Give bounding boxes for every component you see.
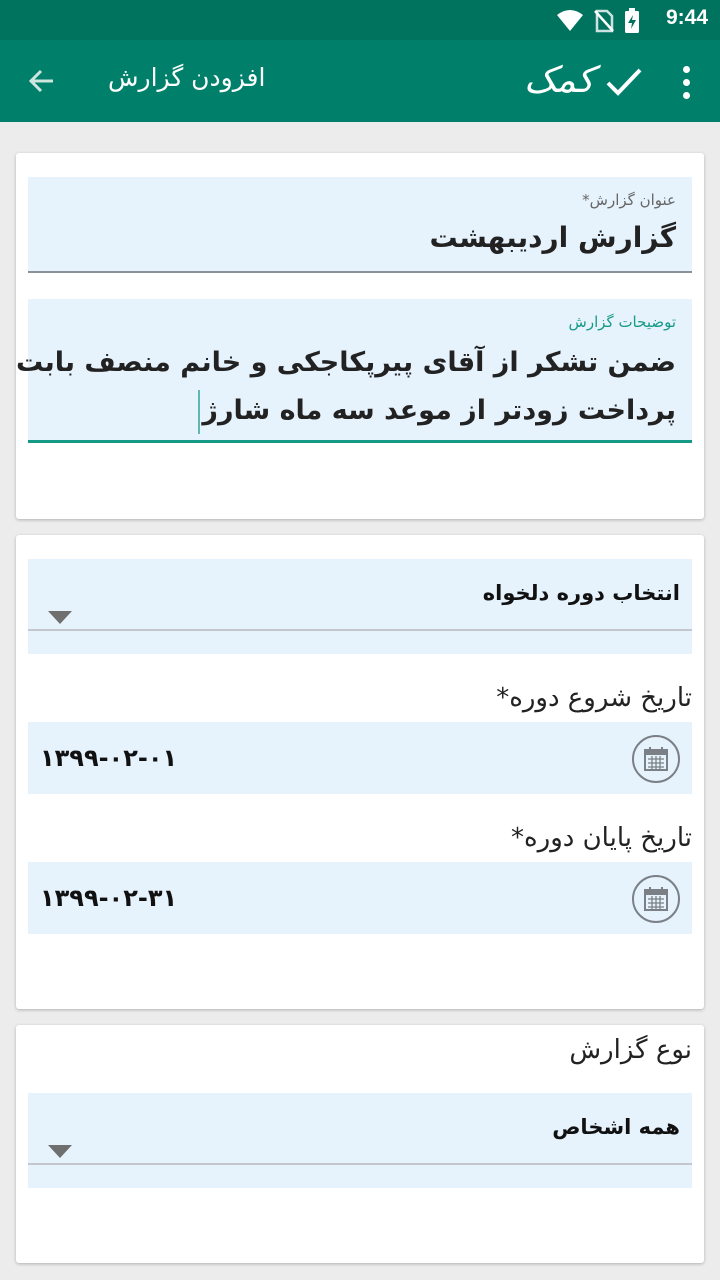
page-title: افزودن گزارش — [108, 63, 266, 92]
calendar-icon — [644, 747, 668, 771]
description-line-2: پرداخت زودتر از موعد سه ماه شارژ — [36, 387, 676, 435]
dropdown-underline — [28, 1163, 692, 1165]
back-button[interactable] — [20, 60, 62, 102]
status-time: 9:44 — [665, 6, 708, 29]
report-type-select-value: همه اشخاص — [552, 1115, 680, 1139]
dropdown-underline — [28, 629, 692, 631]
save-button[interactable] — [600, 58, 648, 106]
end-date-picker-button[interactable] — [632, 875, 680, 923]
check-icon — [606, 68, 642, 96]
report-title-input[interactable]: گزارش اردیبهشت — [430, 221, 676, 254]
wifi-icon — [557, 10, 583, 31]
report-description-field[interactable]: توضیحات گزارش ضمن تشکر از آقای پیرپکاجکی… — [15, 299, 692, 443]
report-type-card: نوع گزارش همه اشخاص — [16, 1025, 704, 1263]
start-date-picker-button[interactable] — [632, 735, 680, 783]
more-options-button[interactable] — [668, 58, 704, 106]
app-bar: افزودن گزارش کمک — [0, 40, 720, 122]
field-underline-active — [28, 440, 692, 443]
period-card: انتخاب دوره دلخواه تاریخ شروع دوره* ۱۳۹۹… — [16, 535, 704, 1009]
description-line: پرداخت زودتر از موعد سه ماه شارژ — [202, 395, 676, 426]
calendar-icon — [644, 887, 668, 911]
status-icons — [556, 8, 640, 34]
field-underline — [28, 271, 692, 273]
end-date-label: تاریخ پایان دوره* — [511, 823, 692, 853]
end-date-value: ۱۳۹۹-۰۲-۳۱ — [40, 884, 178, 912]
text-cursor — [198, 389, 201, 434]
no-sim-icon — [594, 9, 614, 33]
period-select[interactable]: انتخاب دوره دلخواه — [28, 559, 692, 654]
start-date-label: تاریخ شروع دوره* — [496, 683, 692, 713]
start-date-value: ۱۳۹۹-۰۲-۰۱ — [40, 744, 178, 772]
help-button[interactable]: کمک — [524, 54, 594, 108]
description-line: ضمن تشکر از آقای پیرپکاجکی و خانم منصف ب… — [15, 347, 676, 378]
report-title-field[interactable]: عنوان گزارش* گزارش اردیبهشت — [28, 177, 692, 273]
report-title-label: عنوان گزارش* — [582, 191, 676, 209]
report-info-card: عنوان گزارش* گزارش اردیبهشت توضیحات گزار… — [16, 153, 704, 519]
report-type-select[interactable]: همه اشخاص — [28, 1093, 692, 1188]
report-type-label: نوع گزارش — [569, 1035, 692, 1065]
report-description-label: توضیحات گزارش — [568, 313, 676, 331]
period-select-value: انتخاب دوره دلخواه — [482, 581, 680, 605]
more-vert-icon — [682, 65, 690, 73]
dropdown-arrow-icon — [48, 611, 72, 624]
more-dot — [682, 78, 690, 86]
back-arrow-icon — [28, 69, 53, 93]
report-description-input[interactable]: ضمن تشکر از آقای پیرپکاجکی و خانم منصف ب… — [15, 339, 676, 435]
start-date-field[interactable]: ۱۳۹۹-۰۲-۰۱ — [28, 722, 692, 794]
more-dot — [682, 91, 690, 99]
end-date-field[interactable]: ۱۳۹۹-۰۲-۳۱ — [28, 862, 692, 934]
dropdown-arrow-icon — [48, 1145, 72, 1158]
status-bar: 9:44 — [0, 0, 720, 40]
battery-charging-icon — [625, 8, 639, 33]
